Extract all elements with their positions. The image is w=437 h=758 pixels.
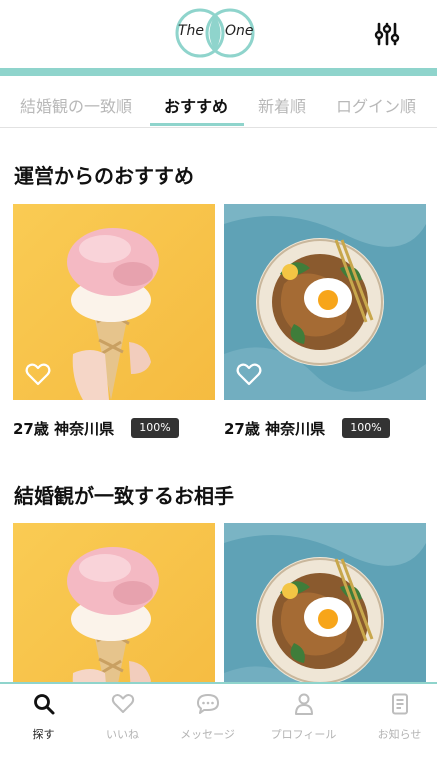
app-logo: The One (170, 7, 260, 59)
nav-profile[interactable]: プロフィール (260, 692, 347, 752)
nav-label: お知らせ (377, 728, 422, 741)
tab-recommended[interactable]: おすすめ (164, 93, 228, 117)
nav-label: 探す (32, 728, 55, 741)
logo-word-one: One (225, 23, 254, 39)
card-info: 27歳 神奈川県 100% (13, 418, 215, 440)
chat-bubble-icon (196, 694, 219, 714)
nav-label: プロフィール (270, 728, 337, 741)
app-header: The One (0, 0, 437, 68)
nav-messages[interactable]: メッセージ (164, 692, 251, 752)
search-icon (33, 694, 54, 715)
profile-card[interactable]: 27歳 神奈川県 100% (13, 204, 215, 438)
food-plate-photo[interactable] (224, 204, 426, 400)
nav-label: メッセージ (180, 728, 235, 741)
bottom-navigation: 探す いいね メッセージ プロフィール お知らせ (0, 682, 437, 758)
nav-notices[interactable]: お知らせ (356, 692, 437, 752)
nav-search[interactable]: 探す (0, 692, 87, 752)
heart-icon (111, 694, 134, 713)
filter-button[interactable] (373, 20, 401, 48)
notice-icon (391, 693, 408, 715)
person-icon (294, 693, 313, 715)
logo-word-the: The (178, 23, 205, 39)
age-location: 27歳 神奈川県 (224, 420, 326, 438)
match-badge: 100% (342, 418, 390, 438)
card-info: 27歳 神奈川県 100% (224, 418, 426, 440)
nav-likes[interactable]: いいね (79, 692, 166, 752)
active-tab-indicator (150, 123, 244, 126)
ice-cream-photo[interactable] (13, 204, 215, 400)
section-title-recommended: 運営からのおすすめ (14, 164, 194, 188)
age-location: 27歳 神奈川県 (13, 420, 115, 438)
nav-label: いいね (106, 728, 139, 741)
tab-login-order[interactable]: ログイン順 (336, 93, 416, 117)
sliders-icon (374, 22, 400, 46)
section-title-matching-values: 結婚観が一致するお相手 (14, 484, 234, 508)
tab-match-order[interactable]: 結婚観の一致順 (20, 93, 132, 117)
profile-card[interactable]: 27歳 神奈川県 100% (224, 204, 426, 438)
heart-icon[interactable] (236, 362, 262, 386)
header-accent-bar (0, 68, 437, 76)
sort-tabs: 結婚観の一致順 おすすめ 新着順 ログイン順 (0, 76, 437, 128)
tab-newest[interactable]: 新着順 (258, 93, 306, 117)
match-badge: 100% (131, 418, 179, 438)
heart-icon[interactable] (25, 362, 51, 386)
